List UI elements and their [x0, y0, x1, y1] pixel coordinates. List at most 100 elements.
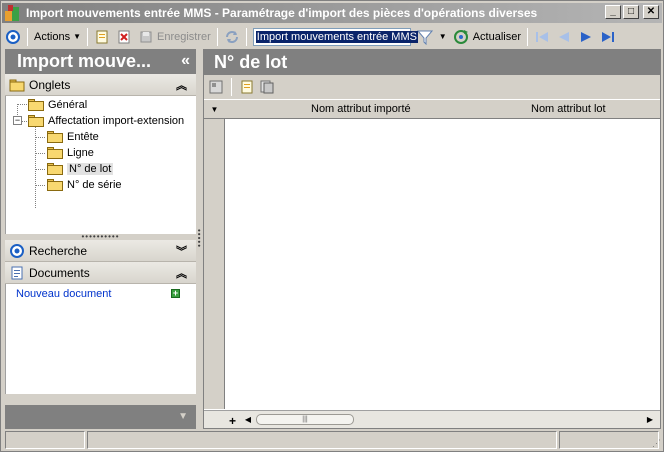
row-selector-header[interactable]: ▼ — [204, 100, 225, 119]
column-header-nom-attribut-lot[interactable]: Nom attribut lot — [531, 103, 606, 115]
documents-group-header[interactable]: Documents ︽ — [5, 262, 196, 284]
title-bar[interactable]: Import mouvements entrée MMS - Paramétra… — [2, 3, 662, 23]
next-record-button[interactable] — [575, 26, 597, 48]
save-button[interactable]: Enregistrer — [135, 26, 214, 48]
grid-properties-button[interactable] — [208, 79, 224, 95]
funnel-icon — [416, 29, 433, 45]
folder-icon — [47, 130, 63, 143]
refresh-label: Actualiser — [472, 30, 522, 43]
scroll-right-icon[interactable]: ▶ — [644, 413, 656, 426]
grid-toolbar — [204, 75, 660, 99]
actions-label: Actions — [34, 30, 71, 43]
tree-item-entete[interactable]: Entête — [47, 129, 99, 144]
caret-down-icon: ▼ — [73, 32, 81, 41]
tabs-group-header[interactable]: Onglets ︽ — [5, 74, 196, 96]
app-logo-icon — [5, 5, 21, 21]
minimize-button[interactable]: _ — [605, 5, 621, 19]
tree-item-label: Général — [48, 98, 88, 111]
folder-icon — [47, 178, 63, 191]
content-header: N° de lot — [204, 50, 660, 75]
filter-search-input[interactable] — [253, 28, 410, 45]
navigation-panel-header: Import mouve... « — [5, 49, 196, 74]
refresh-icon — [453, 29, 469, 45]
resize-grip-icon[interactable]: ⋰ — [652, 438, 661, 449]
tree-item-ligne[interactable]: Ligne — [47, 145, 94, 160]
save-icon — [138, 29, 154, 45]
app-window: Import mouvements entrée MMS - Paramétra… — [0, 0, 664, 452]
status-cell-3 — [559, 431, 659, 449]
horizontal-scrollbar[interactable]: + ◀ ||| ▶ — [204, 410, 660, 428]
collapse-panel-button[interactable]: « — [181, 52, 190, 70]
folder-icon — [9, 77, 25, 93]
document-icon — [9, 265, 25, 281]
column-header-nom-attribut-importe[interactable]: Nom attribut importé — [311, 103, 411, 115]
main-toolbar: Actions ▼ Enregistrer Import mouvements … — [2, 24, 662, 49]
sync-button[interactable] — [221, 26, 243, 48]
tree-item-numero-lot[interactable]: N° de lot — [47, 161, 114, 176]
search-group-header[interactable]: Recherche ︾ — [5, 240, 196, 262]
status-cell-2 — [87, 431, 557, 449]
tree-item-general[interactable]: Général — [28, 97, 87, 112]
last-icon — [600, 29, 616, 45]
scrollbar-thumb[interactable]: ||| — [256, 414, 354, 425]
scroll-left-icon[interactable]: ◀ — [242, 413, 254, 426]
delete-button[interactable] — [113, 26, 135, 48]
search-group-label: Recherche — [29, 243, 88, 258]
actions-menu[interactable]: Actions ▼ — [31, 26, 84, 48]
documents-group-label: Documents — [29, 265, 90, 280]
new-row-button[interactable] — [239, 79, 255, 95]
last-record-button[interactable] — [597, 26, 619, 48]
row-header-column — [204, 119, 225, 409]
content-panel: N° de lot ▼ Nom attribut importé Nom att… — [203, 49, 661, 429]
navigation-panel: Import mouve... « Onglets ︽ Général − Af… — [5, 49, 196, 429]
folder-icon — [47, 146, 63, 159]
previous-icon — [556, 29, 572, 45]
close-button[interactable]: ✕ — [643, 5, 659, 19]
data-grid[interactable] — [204, 119, 660, 409]
tree-item-label: Entête — [67, 130, 99, 143]
documents-area: Nouveau document + — [5, 284, 196, 394]
expand-chevron-icon[interactable]: ︾ — [176, 243, 187, 259]
delete-icon — [116, 29, 132, 45]
maximize-button[interactable]: □ — [623, 5, 639, 19]
caret-down-icon: ▼ — [438, 32, 447, 41]
tree-item-numero-serie[interactable]: N° de série — [47, 177, 122, 192]
save-label: Enregistrer — [157, 30, 211, 43]
new-document-link[interactable]: Nouveau document — [16, 288, 111, 300]
status-bar — [5, 431, 661, 449]
window-title: Import mouvements entrée MMS - Paramétra… — [26, 6, 538, 20]
new-document-icon — [94, 29, 110, 45]
filter-button[interactable] — [414, 26, 436, 48]
search-circle-icon — [9, 243, 25, 259]
status-cell-1 — [5, 431, 85, 449]
folder-icon — [28, 114, 44, 127]
new-button[interactable] — [91, 26, 113, 48]
tree-item-label: Ligne — [67, 146, 94, 159]
navigation-panel-footer: ▼ — [5, 405, 196, 429]
nav-circle-icon — [5, 29, 21, 45]
next-icon — [578, 29, 594, 45]
vertical-splitter[interactable]: ••••• — [195, 49, 204, 429]
add-icon[interactable]: + — [171, 289, 180, 298]
first-icon — [534, 29, 550, 45]
add-row-icon[interactable]: + — [229, 414, 236, 428]
copy-row-button[interactable] — [259, 79, 275, 95]
sync-icon — [224, 29, 240, 45]
tabs-tree: Général − Affectation import-extension E… — [5, 96, 196, 234]
filter-dropdown-button[interactable]: ▼ — [436, 26, 450, 48]
filter-search-field[interactable]: Import mouvements entrée MMS — [252, 27, 418, 46]
collapse-chevron-icon[interactable]: ︽ — [176, 265, 187, 281]
refresh-button[interactable]: Actualiser — [450, 26, 524, 48]
tree-item-label: Affectation import-extension — [48, 114, 185, 127]
content-title: N° de lot — [214, 52, 288, 72]
previous-record-button[interactable] — [553, 26, 575, 48]
first-record-button[interactable] — [531, 26, 553, 48]
open-folder-icon — [47, 162, 63, 175]
chevron-down-icon[interactable]: ▼ — [178, 411, 188, 422]
collapse-chevron-icon[interactable]: ︽ — [176, 77, 187, 93]
collapse-node-icon[interactable]: − — [13, 116, 22, 125]
tree-item-affectation[interactable]: Affectation import-extension — [28, 113, 184, 128]
back-button[interactable] — [2, 26, 24, 48]
folder-icon — [28, 98, 44, 111]
tree-item-label: N° de lot — [67, 162, 114, 175]
